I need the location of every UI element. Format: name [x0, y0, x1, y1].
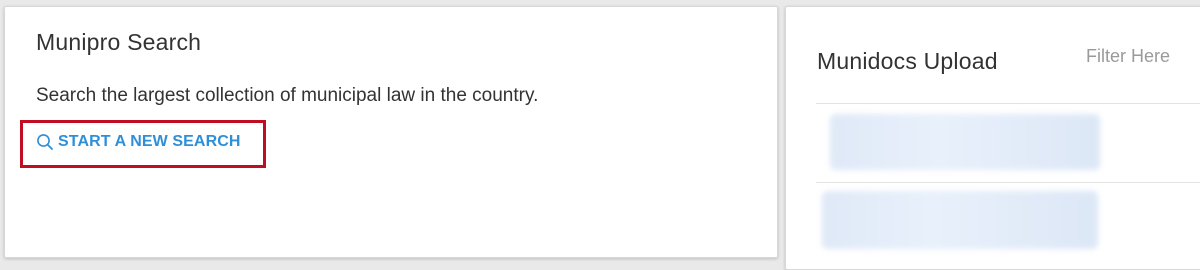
filter-input[interactable] [1086, 43, 1200, 69]
munidocs-upload-title: Munidocs Upload [817, 48, 998, 74]
search-icon [37, 134, 53, 150]
list-divider [816, 103, 1200, 104]
start-new-search-label: START A NEW SEARCH [58, 133, 241, 150]
munipro-search-title: Munipro Search [36, 29, 202, 55]
upload-list-item-blurred[interactable] [830, 114, 1100, 170]
munipro-search-card: Munipro Search Search the largest collec… [4, 6, 778, 258]
munipro-search-description: Search the largest collection of municip… [36, 85, 539, 106]
list-divider [816, 182, 1200, 183]
munidocs-upload-card: Munidocs Upload [785, 6, 1200, 270]
start-new-search-link[interactable]: START A NEW SEARCH [36, 133, 241, 151]
upload-list-item-blurred[interactable] [822, 191, 1098, 249]
